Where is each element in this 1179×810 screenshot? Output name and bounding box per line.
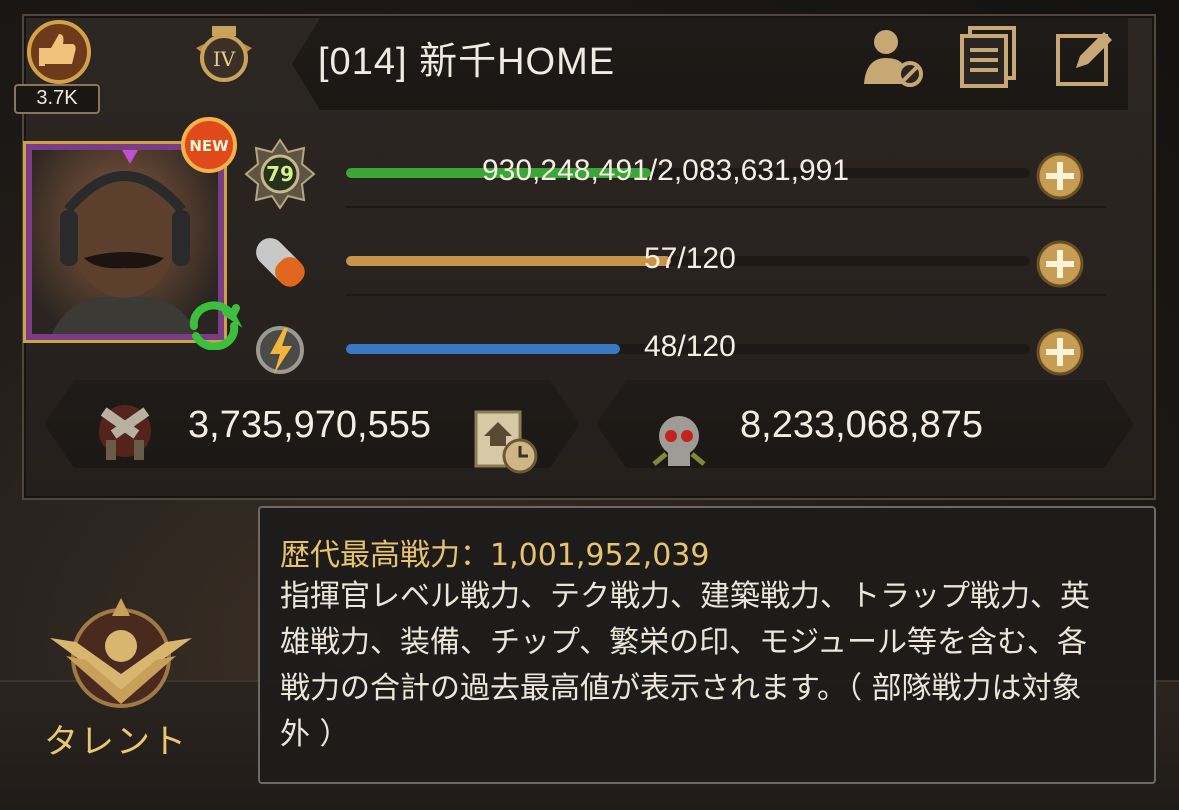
add-stamina-button[interactable] — [1036, 240, 1084, 288]
highest-power-tooltip: 歴代最高戦力：1,001,952,039 指揮官レベル戦力、テク戦力、建築戦力、… — [258, 506, 1156, 784]
exp-text: 930,248,491/2,083,631,991 — [482, 154, 850, 187]
tooltip-body: 指揮官レベル戦力、テク戦力、建築戦力、トラップ戦力、英雄戦力、装備、チップ、繁栄… — [280, 579, 1090, 752]
player-name: [014] 新千HOME — [318, 41, 616, 83]
talent-eagle-icon[interactable] — [46, 594, 196, 720]
total-power-value: 3,735,970,555 — [188, 404, 432, 446]
add-energy-button[interactable] — [1036, 328, 1084, 376]
stamina-text: 57/120 — [644, 242, 736, 275]
power-history-icon[interactable] — [470, 406, 540, 476]
energy-text: 48/120 — [644, 330, 736, 363]
thumbs-up-icon[interactable] — [15, 14, 103, 92]
energy-bolt-icon — [256, 326, 304, 374]
talent-label: タレント — [44, 722, 188, 762]
rank-badge-icon[interactable]: IV — [188, 18, 260, 96]
skull-icon — [652, 416, 706, 466]
copy-document-icon[interactable] — [956, 24, 1020, 88]
stamina-bar-fill — [346, 256, 671, 266]
tooltip-title: 歴代最高戦力：1,001,952,039 — [280, 538, 710, 573]
row-divider — [346, 294, 1106, 296]
add-exp-button[interactable] — [1036, 152, 1084, 200]
crossed-guns-icon — [99, 405, 151, 460]
block-user-icon[interactable] — [860, 24, 924, 88]
stamina-capsule-icon — [256, 238, 305, 287]
new-badge-icon: NEW — [181, 117, 237, 173]
svg-text:NEW: NEW — [189, 137, 229, 155]
svg-text:79: 79 — [266, 162, 294, 186]
likes-count: 3.7K — [14, 84, 100, 114]
energy-bar-fill — [346, 344, 620, 354]
edit-icon[interactable] — [1052, 24, 1116, 88]
row-divider — [346, 206, 1106, 208]
swap-avatar-icon[interactable] — [184, 300, 244, 350]
level-badge-icon: 79 — [244, 138, 316, 210]
svg-text:IV: IV — [213, 47, 236, 71]
kills-value: 8,233,068,875 — [740, 404, 984, 446]
